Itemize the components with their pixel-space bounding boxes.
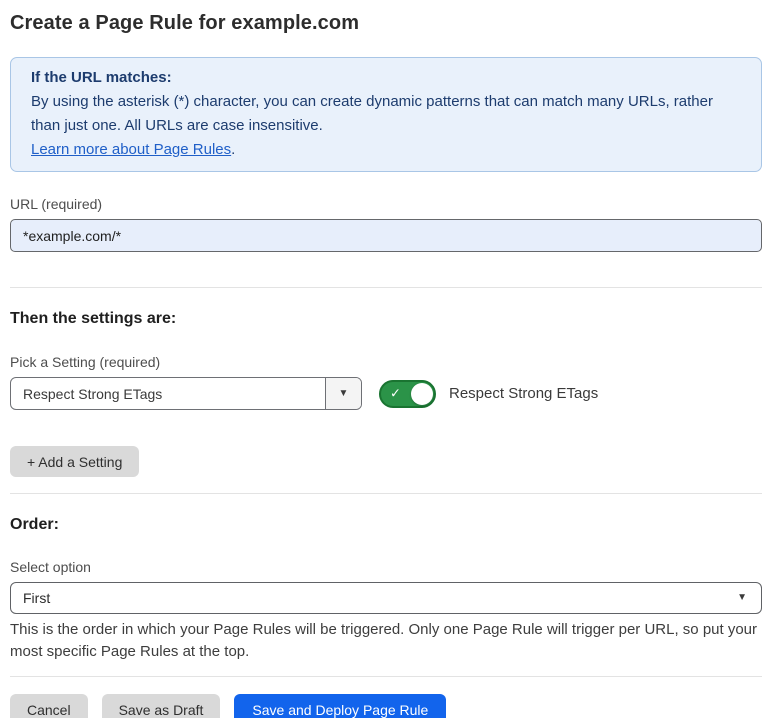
order-select[interactable]: First ▼: [10, 582, 762, 614]
toggle-knob: [411, 383, 433, 405]
page-title: Create a Page Rule for example.com: [10, 10, 759, 36]
add-setting-button[interactable]: + Add a Setting: [10, 446, 139, 477]
order-section-heading: Order:: [10, 515, 759, 535]
url-input[interactable]: [10, 219, 762, 252]
url-match-info-box: If the URL matches: By using the asteris…: [10, 57, 762, 172]
save-draft-button[interactable]: Save as Draft: [102, 694, 221, 718]
select-option-label: Select option: [10, 558, 759, 576]
info-box-heading: If the URL matches:: [31, 66, 741, 90]
info-box-link-line: Learn more about Page Rules.: [31, 138, 741, 162]
learn-more-link[interactable]: Learn more about Page Rules: [31, 141, 231, 158]
info-box-body: By using the asterisk (*) character, you…: [31, 90, 741, 138]
toggle-label: Respect Strong ETags: [449, 385, 598, 402]
divider: [10, 287, 762, 288]
settings-section-heading: Then the settings are:: [10, 309, 759, 329]
divider: [10, 676, 762, 677]
action-buttons: Cancel Save as Draft Save and Deploy Pag…: [10, 694, 759, 718]
setting-dropdown-value: Respect Strong ETags: [11, 378, 325, 409]
check-icon: ✓: [390, 385, 401, 401]
url-label: URL (required): [10, 195, 759, 213]
save-deploy-button[interactable]: Save and Deploy Page Rule: [234, 694, 446, 718]
setting-dropdown-arrow-button[interactable]: ▼: [325, 378, 361, 409]
divider: [10, 493, 762, 494]
create-page-rule-form: Create a Page Rule for example.com If th…: [0, 0, 769, 718]
pick-setting-label: Pick a Setting (required): [10, 353, 759, 371]
link-suffix: .: [231, 141, 235, 158]
setting-row: Respect Strong ETags ▼ ✓ Respect Strong …: [10, 377, 759, 410]
chevron-down-icon: ▼: [737, 593, 747, 603]
chevron-down-icon: ▼: [339, 389, 349, 399]
cancel-button[interactable]: Cancel: [10, 694, 88, 718]
etags-toggle[interactable]: ✓: [379, 380, 436, 408]
order-help-text: This is the order in which your Page Rul…: [10, 619, 762, 663]
setting-dropdown[interactable]: Respect Strong ETags ▼: [10, 377, 362, 410]
order-select-value: First: [23, 590, 737, 606]
